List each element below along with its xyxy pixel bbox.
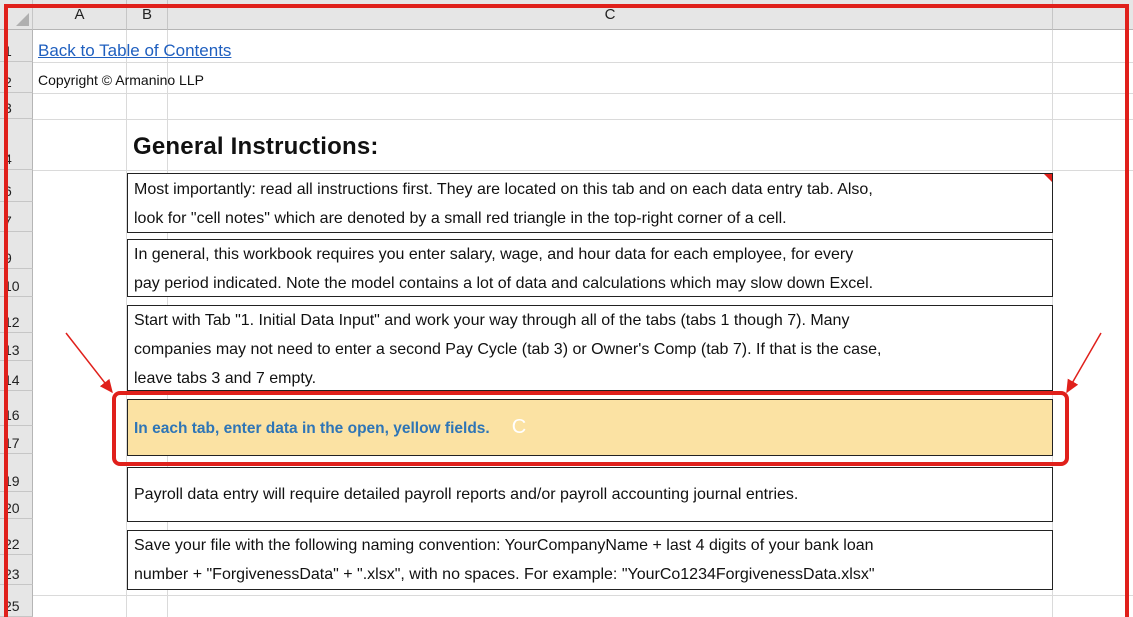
spreadsheet-grid: A B C 1 2 3 4 6 7 9 10 12 13 14 16 17 19… [0, 0, 1133, 617]
left-arrow-icon [65, 332, 113, 394]
annotation-arrows [65, 332, 1102, 394]
right-arrow-icon [1066, 332, 1102, 394]
